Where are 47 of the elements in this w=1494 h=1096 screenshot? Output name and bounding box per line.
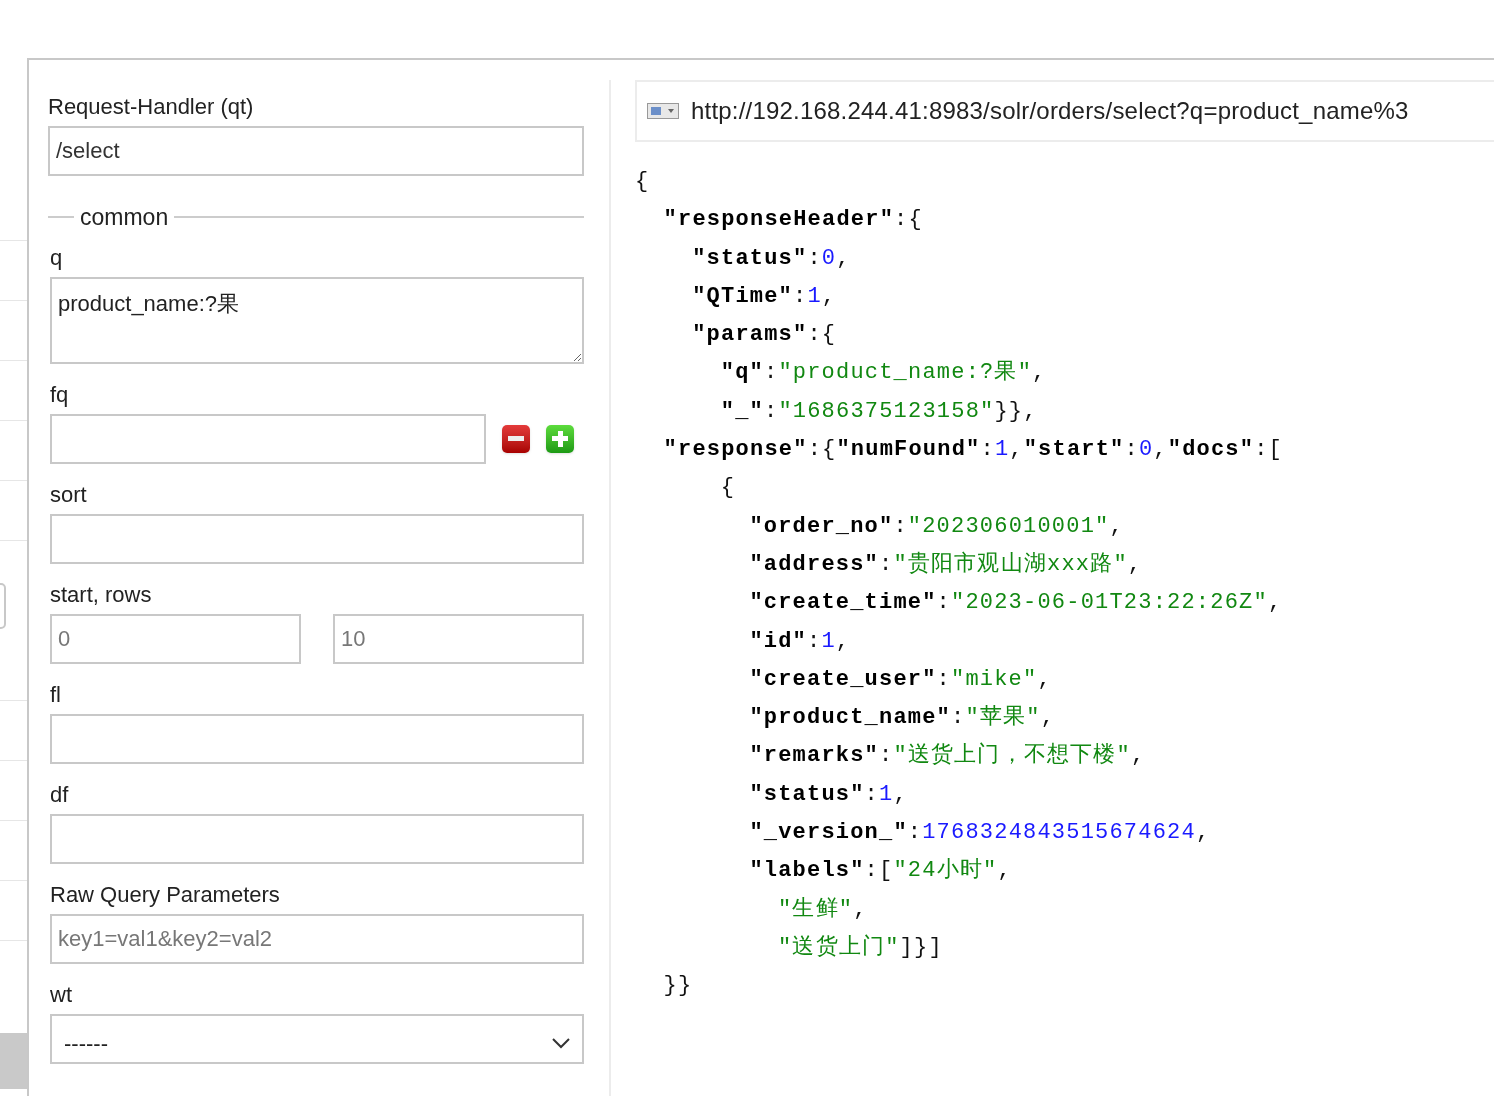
field-label: fl <box>50 681 61 708</box>
json-line: "id":1, <box>749 627 851 656</box>
json-line: "address":"贵阳市观山湖xxx路", <box>749 550 1143 579</box>
json-line: { <box>635 168 650 196</box>
json-line: "create_user":"mike", <box>749 665 1052 694</box>
json-line: "create_time":"2023-06-01T23:22:26Z", <box>749 589 1283 618</box>
json-line: "params":{ <box>692 321 837 350</box>
json-line: "_version_":1768324843515674624, <box>749 819 1211 848</box>
json-line: "labels":["24小时", <box>749 857 1012 886</box>
section-legend: common <box>74 200 175 235</box>
input-field[interactable] <box>50 713 584 764</box>
remove-button[interactable] <box>502 424 530 453</box>
json-line: "status":1, <box>749 780 908 809</box>
input-field[interactable]: 0 <box>50 613 301 664</box>
json-line: "responseHeader":{ <box>663 206 923 235</box>
window-icon <box>647 103 679 119</box>
json-line: "order_no":"202306010001", <box>749 512 1124 541</box>
json-line: "q":"product_name:?果", <box>720 359 1047 388</box>
json-line: "_":"1686375123158"}}, <box>720 397 1038 426</box>
field-label: q <box>50 244 63 271</box>
field-label: fq <box>50 381 69 408</box>
input-field[interactable]: /select <box>48 126 584 176</box>
json-line: "送货上门"]}] <box>777 933 943 962</box>
select-field[interactable]: ------ <box>50 1013 584 1064</box>
input-field[interactable]: 10 <box>333 613 584 664</box>
input-field[interactable] <box>50 813 584 864</box>
json-line: "QTime":1, <box>692 282 837 311</box>
json-line: { <box>720 474 736 503</box>
json-line: "product_name":"苹果", <box>749 704 1056 733</box>
query-field[interactable]: product_name:?果 <box>50 276 584 364</box>
json-line: }} <box>663 972 693 1001</box>
json-line: "response":{"numFound":1,"start":0,"docs":[ <box>663 436 1283 465</box>
field-label: Request-Handler (qt) <box>48 94 254 120</box>
field-label: start, rows <box>50 581 152 608</box>
add-button[interactable] <box>546 424 574 453</box>
field-label: sort <box>50 481 87 508</box>
chevron-down-icon <box>552 1038 570 1049</box>
input-field[interactable] <box>50 413 486 464</box>
request-url[interactable]: http://192.168.244.41:8983/solr/orders/select?q=product_name%3 <box>691 93 1409 129</box>
input-field[interactable]: key1=val1&key2=val2 <box>50 913 584 964</box>
input-field[interactable] <box>50 513 584 564</box>
json-line: "生鲜", <box>777 895 868 924</box>
field-label: df <box>50 781 69 808</box>
field-label: wt <box>50 981 72 1008</box>
json-line: "status":0, <box>692 244 851 273</box>
json-line: "remarks":"送货上门，不想下楼", <box>749 741 1146 771</box>
field-label: Raw Query Parameters <box>50 881 280 908</box>
